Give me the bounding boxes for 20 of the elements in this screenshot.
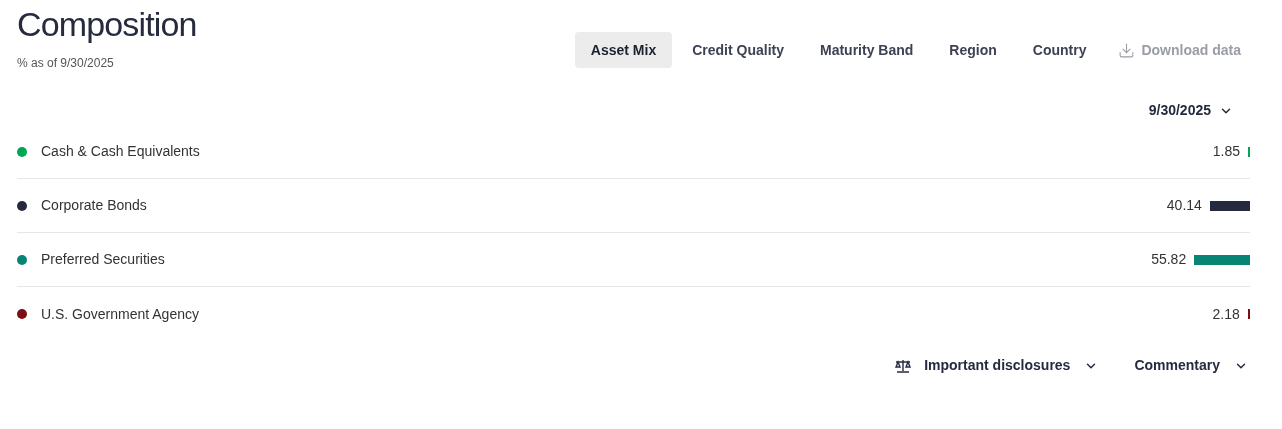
page-title: Composition	[17, 4, 197, 44]
row-value: 40.14	[1166, 196, 1202, 215]
scale-icon	[894, 358, 913, 373]
row-value: 2.18	[1212, 304, 1240, 324]
row-label: Cash & Cash Equivalents	[41, 142, 200, 161]
row-value: 1.85	[1212, 142, 1240, 161]
accordion-toggle[interactable]: Commentary	[1134, 355, 1248, 376]
row-label: Corporate Bonds	[41, 196, 147, 215]
date-dropdown[interactable]: 9/30/2025	[1148, 100, 1233, 121]
tab[interactable]: Maturity Band	[803, 32, 930, 68]
tab[interactable]: Region	[933, 32, 1013, 68]
row-value: 55.82	[1151, 250, 1187, 269]
row-label: Preferred Securities	[41, 250, 165, 269]
tab[interactable]: Asset Mix	[574, 32, 673, 68]
row-label: U.S. Government Agency	[41, 304, 199, 324]
tab[interactable]: Country	[1016, 32, 1103, 68]
accordion-toggle[interactable]: Important disclosures	[894, 355, 1099, 376]
as-of-date: % as of 9/30/2025	[17, 55, 115, 72]
download-icon	[1118, 41, 1136, 59]
tab[interactable]: Credit Quality	[676, 32, 800, 68]
